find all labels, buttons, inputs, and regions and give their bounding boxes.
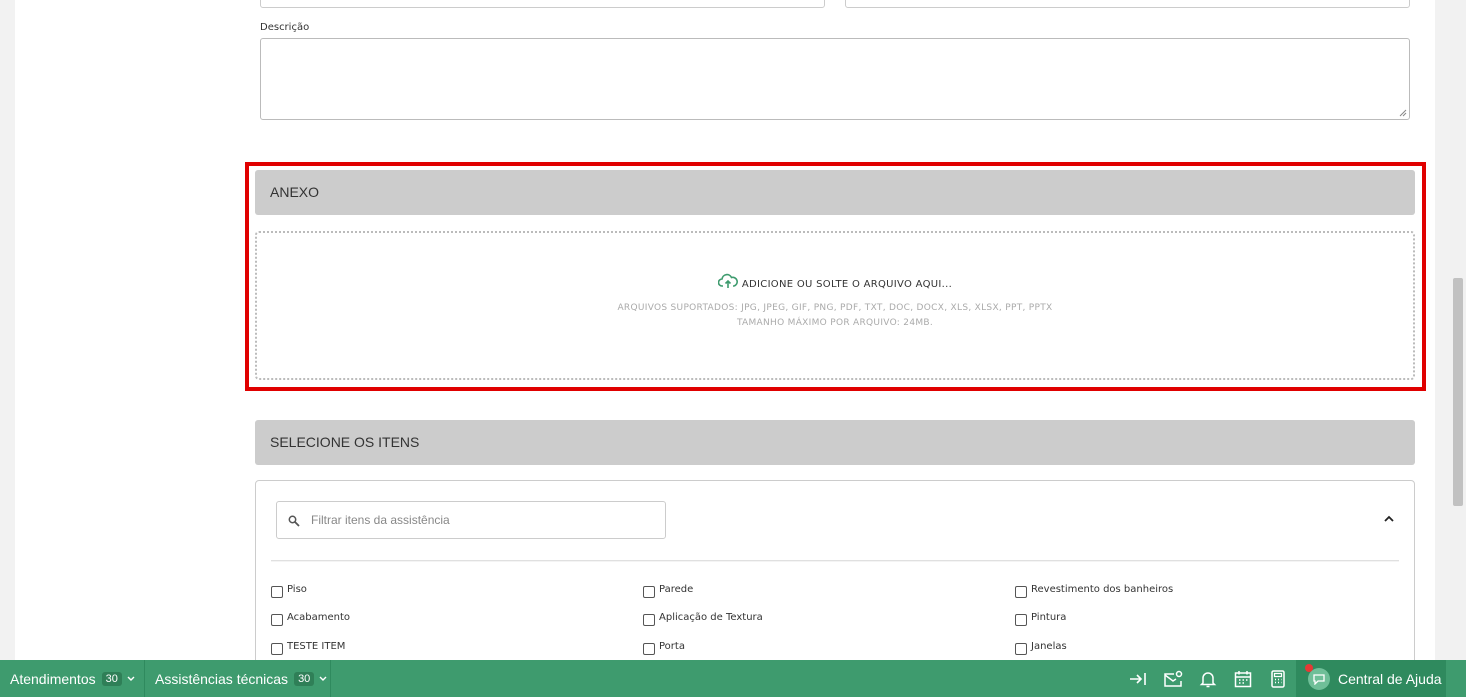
notification-dot [1305, 664, 1313, 672]
filter-field[interactable] [276, 501, 666, 539]
checkbox[interactable] [271, 586, 283, 598]
item-checkbox[interactable]: Pintura [1015, 612, 1066, 626]
items-header: SELECIONE OS ITENS [255, 420, 1415, 465]
description-textarea[interactable] [260, 38, 1410, 120]
top-right-field[interactable] [845, 0, 1410, 8]
item-checkbox[interactable]: Revestimento dos banheiros [1015, 584, 1173, 598]
count-badge: 30 [101, 671, 122, 686]
item-checkbox[interactable]: Aplicação de Textura [643, 612, 763, 626]
description-label: Descrição [260, 22, 310, 33]
dropzone-prompt: ADICIONE OU SOLTE O ARQUIVO AQUI... [257, 273, 1413, 290]
checkbox[interactable] [1015, 586, 1027, 598]
checkbox[interactable] [643, 643, 655, 655]
arrow-to-right-icon[interactable] [1128, 669, 1148, 689]
help-center-button[interactable]: Central de Ajuda [1296, 660, 1446, 697]
items-panel [255, 480, 1415, 670]
item-checkbox[interactable]: Janelas [1015, 641, 1067, 655]
tab-assistencias[interactable]: Assistências técnicas 30 [155, 660, 327, 697]
resize-grip-icon[interactable] [1399, 109, 1407, 117]
calendar-icon[interactable] [1233, 669, 1253, 689]
scrollbar-thumb[interactable] [1453, 278, 1463, 506]
collapse-chevron-icon[interactable] [1384, 515, 1394, 523]
checkbox[interactable] [643, 614, 655, 626]
help-center-label: Central de Ajuda [1338, 670, 1442, 687]
supported-files-text: ARQUIVOS SUPORTADOS: JPG, JPEG, GIF, PNG… [617, 303, 1053, 313]
item-checkbox[interactable]: Piso [271, 584, 307, 598]
cloud-upload-icon [717, 273, 738, 288]
checkbox[interactable] [271, 614, 283, 626]
file-dropzone[interactable]: ADICIONE OU SOLTE O ARQUIVO AQUI... ARQU… [255, 231, 1415, 380]
checkbox[interactable] [1015, 614, 1027, 626]
tab-label: Atendimentos [10, 670, 96, 687]
attachment-header: ANEXO [255, 170, 1415, 215]
tab-atendimentos[interactable]: Atendimentos 30 [10, 660, 135, 697]
tab-label: Assistências técnicas [155, 670, 289, 687]
checkbox[interactable] [271, 643, 283, 655]
item-checkbox[interactable]: Parede [643, 584, 693, 598]
count-badge: 30 [294, 671, 315, 686]
calculator-icon[interactable] [1268, 669, 1288, 689]
item-checkbox[interactable]: Acabamento [271, 612, 350, 626]
item-checkbox[interactable]: TESTE ITEM [271, 641, 345, 655]
dropzone-text: ADICIONE OU SOLTE O ARQUIVO AQUI... [741, 279, 953, 290]
mail-settings-icon[interactable] [1163, 669, 1183, 689]
search-icon [288, 515, 300, 527]
items-divider [271, 560, 1399, 562]
bell-icon[interactable] [1198, 669, 1218, 689]
tab-separator [144, 660, 145, 697]
filter-input[interactable] [311, 510, 651, 530]
bottom-bar: Atendimentos 30 Assistências técnicas 30… [0, 660, 1466, 697]
checkbox[interactable] [1015, 643, 1027, 655]
chevron-down-icon [319, 676, 327, 681]
chevron-down-icon [127, 676, 135, 681]
checkbox[interactable] [643, 586, 655, 598]
scrollbar[interactable] [1450, 0, 1466, 660]
item-checkbox[interactable]: Porta [643, 641, 685, 655]
tab-separator [330, 660, 331, 697]
max-size-text: TAMANHO MÁXIMO POR ARQUIVO: 24MB. [736, 318, 934, 328]
top-left-field[interactable] [260, 0, 825, 8]
